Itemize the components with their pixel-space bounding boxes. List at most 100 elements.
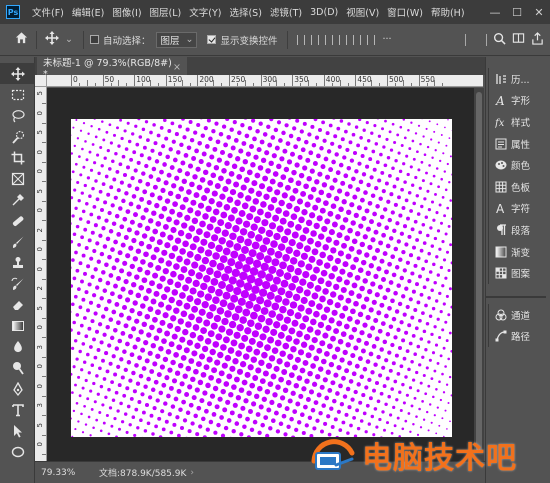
eraser-tool[interactable]	[0, 294, 35, 315]
document-tab[interactable]: 未标题-1 @ 79.3%(RGB/8#) * ×	[37, 57, 187, 80]
halftone-dot	[225, 178, 232, 185]
minimize-button[interactable]: —	[484, 0, 506, 24]
menu-view[interactable]: 视图(V)	[342, 5, 383, 19]
halftone-dot	[407, 279, 412, 284]
menu-window[interactable]: 窗口(W)	[383, 5, 427, 19]
align-right-icon[interactable]	[325, 34, 334, 45]
close-tab-icon[interactable]: ×	[173, 62, 181, 73]
frame-tool[interactable]	[0, 168, 35, 189]
panel-history[interactable]: 历...	[489, 68, 545, 90]
halftone-dot	[212, 146, 218, 152]
gradient-tool[interactable]	[0, 315, 35, 336]
clone-stamp-tool[interactable]	[0, 252, 35, 273]
quick-selection-tool[interactable]	[0, 126, 35, 147]
panel-gradients[interactable]: 渐变	[489, 241, 545, 263]
panel-glyphs[interactable]: A 字形	[489, 90, 545, 112]
path-selection-tool[interactable]	[0, 420, 35, 441]
3d-mode-icon[interactable]	[465, 33, 487, 46]
halftone-dot	[220, 433, 226, 437]
document-workspace	[47, 88, 474, 461]
close-window-button[interactable]: ✕	[528, 0, 550, 24]
halftone-dot	[357, 311, 364, 318]
halftone-dot	[206, 162, 212, 168]
halftone-dot	[141, 277, 148, 284]
panel-styles[interactable]: fx 样式	[489, 111, 545, 133]
zoom-level[interactable]: 79.33%	[35, 468, 95, 478]
halftone-dot	[239, 316, 247, 324]
home-icon[interactable]	[12, 31, 30, 48]
menu-3d[interactable]: 3D(D)	[306, 7, 342, 18]
more-options-icon[interactable]: ···	[382, 34, 391, 45]
fx-icon: fx	[495, 118, 505, 128]
halftone-dot	[230, 250, 239, 259]
halftone-dot	[250, 223, 258, 231]
halftone-dot	[202, 213, 209, 220]
search-icon[interactable]	[493, 32, 506, 48]
panel-channels[interactable]: 通道	[489, 304, 545, 326]
panel-properties[interactable]: 属性	[489, 133, 545, 155]
marquee-tool[interactable]	[0, 84, 35, 105]
healing-brush-tool[interactable]	[0, 210, 35, 231]
panel-swatches[interactable]: 色板	[489, 176, 545, 198]
halftone-dot	[401, 338, 406, 343]
panel-character[interactable]: A 字符	[489, 198, 545, 220]
align-top-icon[interactable]	[339, 34, 348, 45]
chevron-down-icon[interactable]: ⌄	[65, 34, 73, 45]
menu-type[interactable]: 文字(Y)	[185, 5, 225, 19]
dodge-tool[interactable]	[0, 357, 35, 378]
lasso-tool[interactable]	[0, 105, 35, 126]
align-bottom-icon[interactable]	[367, 34, 376, 45]
halftone-dot	[420, 204, 424, 209]
blur-tool[interactable]	[0, 336, 35, 357]
show-transform-checkbox[interactable]	[207, 35, 217, 44]
auto-select-target-dropdown[interactable]: 图层 ⌄	[156, 31, 198, 48]
history-brush-tool[interactable]	[0, 273, 35, 294]
halftone-dot	[258, 183, 266, 190]
ruler-tick	[42, 200, 46, 202]
maximize-button[interactable]: ☐	[506, 0, 528, 24]
align-left-icon[interactable]	[297, 34, 306, 45]
halftone-dot	[276, 402, 283, 409]
halftone-dot	[341, 375, 346, 381]
halftone-dot	[421, 355, 425, 359]
eyedropper-tool[interactable]	[0, 189, 35, 210]
align-center-icon[interactable]	[311, 34, 320, 45]
menu-image[interactable]: 图像(I)	[108, 5, 145, 19]
align-middle-icon[interactable]	[353, 34, 362, 45]
halftone-dot	[399, 231, 405, 236]
halftone-dot	[161, 338, 167, 344]
halftone-dot	[151, 432, 155, 436]
auto-select-target-value: 图层	[160, 35, 180, 47]
vertical-scrollbar[interactable]	[474, 88, 484, 461]
menu-help[interactable]: 帮助(H)	[427, 5, 469, 19]
auto-select-checkbox[interactable]	[89, 35, 99, 44]
panel-paragraph[interactable]: 段落	[489, 219, 545, 241]
halftone-dot	[410, 121, 413, 124]
menu-filter[interactable]: 滤镜(T)	[266, 5, 306, 19]
horizontal-ruler[interactable]: 0 50 100 150 200 250 300 350 400 450 500 550	[47, 75, 483, 87]
move-tool[interactable]	[0, 63, 35, 84]
panel-color[interactable]: 颜色	[489, 154, 545, 176]
move-tool-icon[interactable]	[43, 30, 61, 49]
crop-tool[interactable]	[0, 147, 35, 168]
halftone-dot	[361, 393, 366, 398]
halftone-dot	[187, 429, 192, 434]
share-icon[interactable]	[531, 31, 544, 48]
scrollbar-thumb[interactable]	[476, 92, 482, 452]
halftone-canvas[interactable]	[71, 119, 452, 437]
menu-edit[interactable]: 编辑(E)	[68, 5, 108, 19]
pen-tool[interactable]	[0, 378, 35, 399]
halftone-dot	[407, 191, 412, 195]
vertical-ruler[interactable]: 5050050200250300350	[35, 87, 47, 461]
panel-paths[interactable]: 路径	[489, 326, 545, 348]
type-tool[interactable]	[0, 399, 35, 420]
brush-tool[interactable]	[0, 231, 35, 252]
panel-patterns[interactable]: 图案	[489, 262, 545, 284]
workspace-icon[interactable]	[512, 32, 525, 48]
status-arrow-icon[interactable]: ›	[190, 468, 194, 478]
menu-file[interactable]: 文件(F)	[28, 5, 68, 19]
rectangle-tool[interactable]	[0, 441, 35, 462]
menu-layer[interactable]: 图层(L)	[146, 5, 186, 19]
ruler-corner[interactable]	[35, 75, 47, 87]
menu-select[interactable]: 选择(S)	[225, 5, 265, 19]
